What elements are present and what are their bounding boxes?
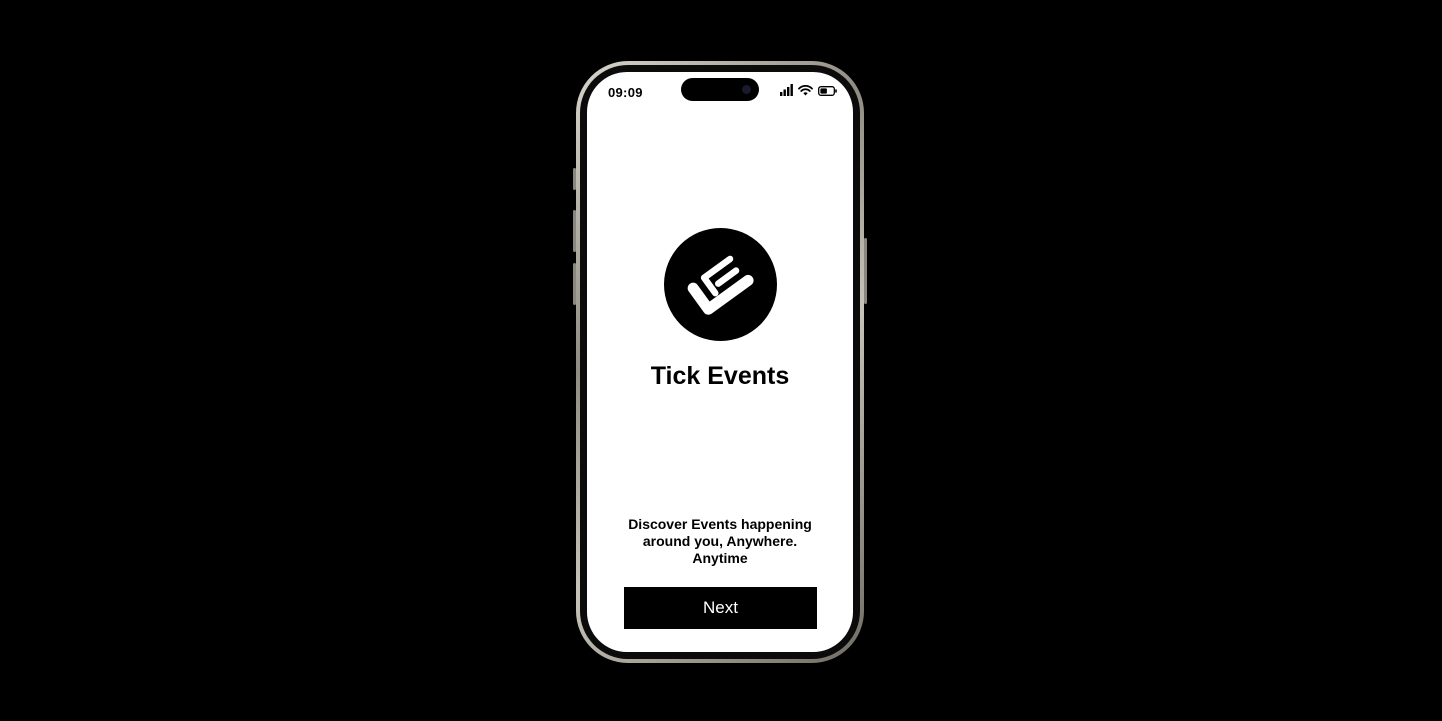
power-button: [864, 238, 867, 304]
app-title: Tick Events: [650, 362, 790, 390]
battery-icon: [818, 83, 837, 101]
volume-down-button: [573, 263, 576, 305]
dynamic-island: [681, 78, 759, 101]
tagline: Discover Events happening around you, An…: [628, 516, 812, 566]
tick-events-logo-icon: [664, 228, 777, 341]
phone-screen: 09:09 Tick Events Discover Events happen…: [587, 72, 853, 652]
volume-up-button: [573, 210, 576, 252]
status-bar: 09:09: [587, 72, 853, 112]
action-button: [573, 168, 576, 190]
status-time: 09:09: [608, 85, 643, 100]
canvas: 09:09 Tick Events Discover Events happen…: [0, 0, 1442, 721]
status-icons: [780, 83, 837, 101]
next-button-label: Next: [703, 598, 738, 617]
next-button[interactable]: Next: [624, 587, 817, 629]
cellular-signal-icon: [780, 83, 793, 101]
wifi-icon: [798, 83, 813, 101]
camera-lens: [742, 85, 751, 94]
